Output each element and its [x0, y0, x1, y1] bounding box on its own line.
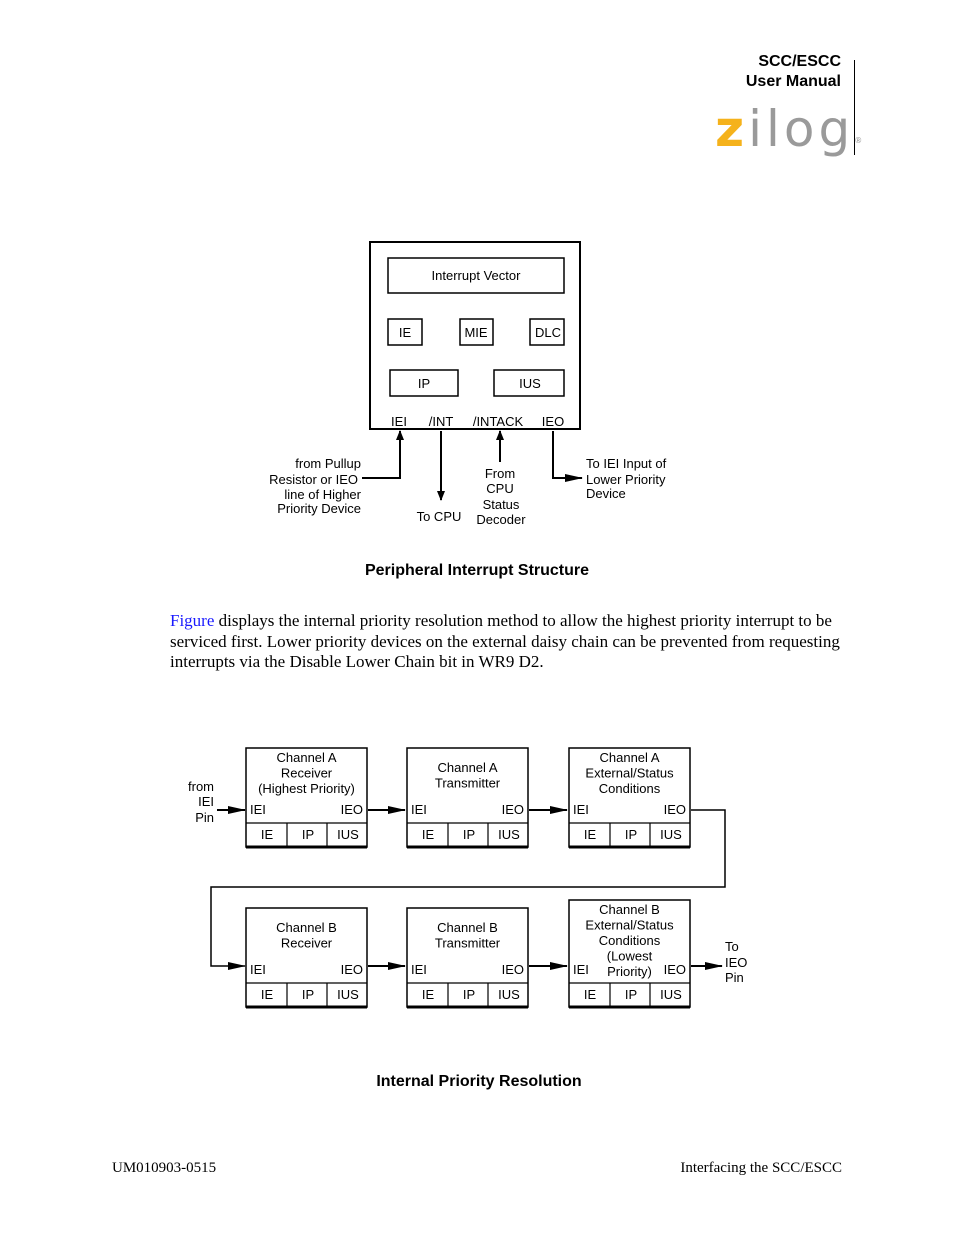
svg-text:From: From [485, 466, 515, 481]
channel-title-line: (Lowest [607, 949, 653, 964]
body-paragraph: Figure displays the internal priority re… [170, 611, 842, 673]
channel-title-line: Transmitter [435, 936, 501, 951]
svg-text:IEO: IEO [725, 955, 747, 970]
figure2-caption: Internal Priority Resolution [376, 1073, 582, 1090]
pin-int: /INT [429, 414, 454, 429]
to-cpu-label: To CPU [417, 509, 462, 524]
channel-title-line: External/Status [585, 918, 674, 933]
cell-ius: IUS [660, 987, 682, 1002]
to-iei-label: To IEI Input of Lower Priority Device [586, 456, 667, 501]
channel-block: IE IP IUS IEI IEO Channel BTransmitter [406, 907, 529, 1009]
from-iei-label: from IEI Pin [188, 779, 214, 825]
ip-label: IP [418, 376, 430, 391]
pin-iei: IEI [573, 802, 589, 817]
channel-title-line: Conditions [599, 933, 661, 948]
figure1-caption: Peripheral Interrupt Structure [364, 562, 590, 579]
channel-title-line: Receiver [281, 936, 333, 951]
pin-ieo: IEO [502, 802, 524, 817]
channel-title-line: Channel A [438, 760, 498, 775]
ie-label: IE [399, 325, 412, 340]
pin-ieo: IEO [664, 962, 686, 977]
pin-ieo: IEO [664, 802, 686, 817]
cell-ie: IE [261, 987, 274, 1002]
svg-text:Lower Priority: Lower Priority [586, 472, 666, 487]
cell-ie: IE [584, 827, 597, 842]
peripheral-interrupt-diagram: Interrupt Vector IE MIE DLC IP IUS IEI /… [269, 241, 667, 527]
cell-ip: IP [463, 987, 475, 1002]
cell-ius: IUS [660, 827, 682, 842]
svg-text:Priority Device: Priority Device [277, 501, 361, 516]
channel-block: IE IP IUS IEI IEO Channel AExternal/StatusCon… [568, 747, 691, 849]
footer-section: Interfacing the SCC/ESCC [680, 1160, 842, 1176]
cell-ie: IE [261, 827, 274, 842]
channel-title-line: Channel A [600, 750, 660, 765]
pin-iei: IEI [391, 414, 407, 429]
svg-text:CPU: CPU [486, 481, 513, 496]
cell-ie: IE [584, 987, 597, 1002]
pin-intack: /INTACK [473, 414, 524, 429]
svg-text:Pin: Pin [725, 970, 744, 985]
channel-title-line: Channel B [599, 902, 660, 917]
interrupt-vector-label: Interrupt Vector [432, 268, 522, 283]
mie-label: MIE [464, 325, 487, 340]
channel-block: IE IP IUS IEI IEO Channel BReceiver [245, 907, 368, 1009]
pin-ieo: IEO [502, 962, 524, 977]
pin-iei: IEI [411, 962, 427, 977]
paragraph-text: displays the internal priority resolutio… [170, 611, 840, 671]
internal-priority-diagram: IE IP IUSIEI IEOChannel AReceiver(Highest P… [188, 747, 747, 1009]
svg-text:Pin: Pin [195, 810, 214, 825]
channel-title-line: Priority) [607, 964, 652, 979]
svg-text:To IEI Input of: To IEI Input of [586, 456, 667, 471]
cell-ip: IP [302, 987, 314, 1002]
channel-title-line: Receiver [281, 766, 333, 781]
dlc-label: DLC [535, 325, 561, 340]
cell-ip: IP [302, 827, 314, 842]
cell-ip: IP [625, 987, 637, 1002]
svg-text:Device: Device [586, 486, 626, 501]
channel-block: IE IP IUS IEI IEO Channel AReceiver(Highest P… [245, 747, 368, 849]
svg-text:from: from [188, 779, 214, 794]
svg-text:from Pullup: from Pullup [295, 456, 361, 471]
pin-iei: IEI [573, 962, 589, 977]
to-ieo-label: To IEO Pin [725, 939, 747, 985]
svg-text:Status: Status [483, 497, 520, 512]
channel-title-line: Channel A [277, 750, 337, 765]
figure-link[interactable]: Figure [170, 611, 214, 630]
channel-block: IE IP IUS IEI IEO Channel ATransmitter [406, 747, 529, 849]
cell-ip: IP [625, 827, 637, 842]
pin-iei: IEI [250, 802, 266, 817]
channel-block: IE IP IUS IEI IEO Channel BExternal/StatusCon… [568, 899, 691, 1009]
ius-label: IUS [519, 376, 541, 391]
cell-ius: IUS [337, 827, 359, 842]
cell-ius: IUS [337, 987, 359, 1002]
pin-ieo: IEO [341, 962, 363, 977]
channel-title-line: Conditions [599, 781, 661, 796]
svg-text:Resistor or IEO: Resistor or IEO [269, 472, 358, 487]
from-cpu-label: From CPU Status Decoder [476, 466, 526, 527]
channel-title-line: (Highest Priority) [258, 781, 355, 796]
channel-title-line: Channel B [437, 920, 498, 935]
pin-ieo: IEO [542, 414, 564, 429]
svg-text:IEI: IEI [198, 794, 214, 809]
pin-iei: IEI [250, 962, 266, 977]
pin-ieo: IEO [341, 802, 363, 817]
cell-ius: IUS [498, 827, 520, 842]
cell-ius: IUS [498, 987, 520, 1002]
cell-ie: IE [422, 987, 435, 1002]
channel-title-line: External/Status [585, 766, 674, 781]
cell-ip: IP [463, 827, 475, 842]
svg-text:Decoder: Decoder [476, 512, 526, 527]
channel-title-line: Transmitter [435, 776, 501, 791]
svg-text:line of Higher: line of Higher [284, 487, 361, 502]
channel-title-line: Channel B [276, 920, 337, 935]
pin-iei: IEI [411, 802, 427, 817]
pullup-label: from Pullup Resistor or IEO line of High… [269, 456, 362, 516]
ieo-output-arrow [552, 431, 583, 482]
svg-text:To: To [725, 939, 739, 954]
cell-ie: IE [422, 827, 435, 842]
footer-doc-number: UM010903-0515 [112, 1160, 217, 1176]
iei-input-arrow [362, 430, 404, 479]
